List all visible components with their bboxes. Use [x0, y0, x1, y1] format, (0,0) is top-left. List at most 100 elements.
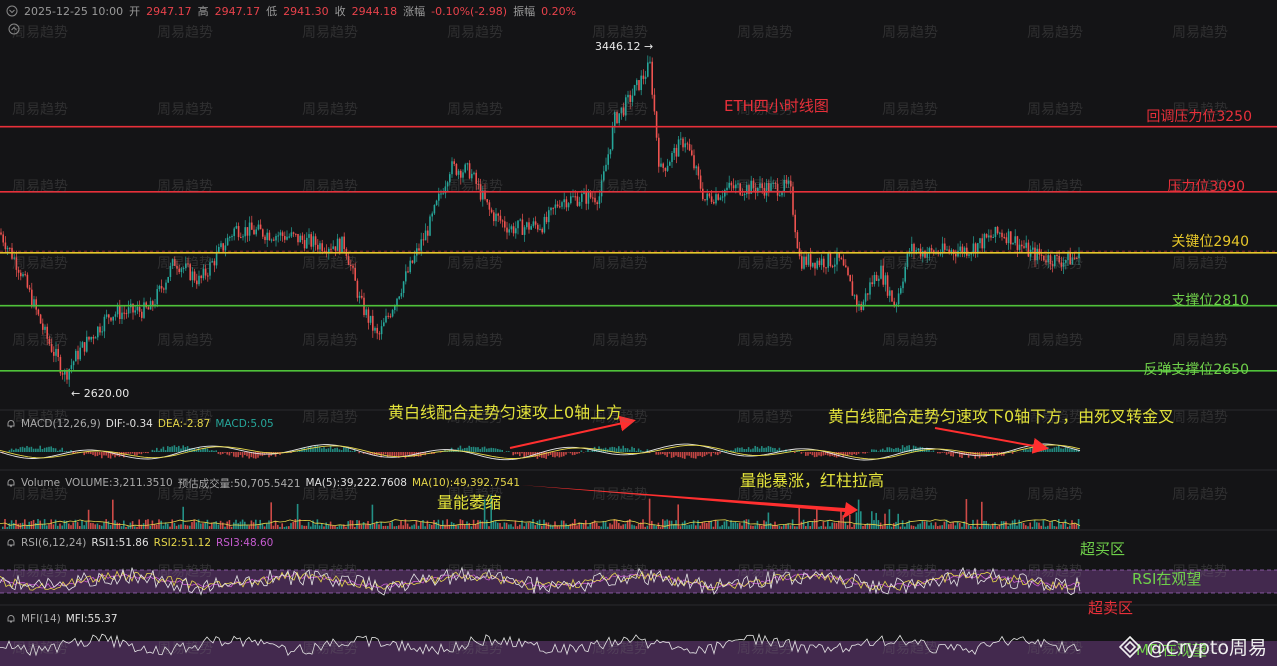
bell-icon[interactable]	[6, 419, 16, 429]
volume-bar	[486, 519, 488, 529]
volume-bar	[928, 525, 930, 529]
volume-bar	[387, 525, 389, 529]
macd-histogram-bar	[235, 452, 237, 458]
candle-body	[433, 205, 436, 214]
volume-bar	[912, 525, 915, 529]
settings-chevron-icon[interactable]	[8, 23, 20, 35]
bell-icon[interactable]	[6, 538, 16, 548]
candle-body	[440, 193, 442, 195]
candle-body	[1027, 242, 1030, 257]
candle-body	[501, 220, 504, 222]
volume-bar	[475, 524, 477, 529]
volume-bar	[725, 520, 728, 529]
candle-body	[834, 264, 836, 267]
candle-body	[1071, 257, 1074, 265]
macd-histogram-bar	[809, 452, 811, 454]
candle-body	[253, 229, 255, 235]
macd-histogram-bar	[213, 450, 215, 452]
candle-body	[110, 317, 112, 321]
macd-histogram-bar	[714, 452, 717, 455]
candle-body	[1056, 255, 1058, 257]
macd-histogram-bar	[849, 452, 851, 455]
macd-histogram-bar	[63, 451, 66, 452]
volume-bar	[917, 524, 919, 529]
macd-histogram-bar	[989, 452, 992, 455]
candle-body	[820, 258, 823, 266]
open-label: 开	[129, 5, 141, 18]
candle-body	[699, 175, 702, 189]
macd-histogram-bar	[219, 452, 222, 455]
macd-histogram-bar	[41, 449, 44, 452]
level-label-2650: 反弹支撑位2650	[1143, 362, 1249, 378]
candle-body	[911, 243, 913, 252]
collapse-chevron-icon[interactable]	[6, 5, 18, 17]
macd-histogram-bar	[8, 450, 11, 452]
volume-bar	[332, 525, 334, 529]
volume-bar	[789, 525, 792, 529]
volume-bar	[798, 507, 800, 529]
macd-histogram-bar	[574, 452, 576, 455]
macd-histogram-bar	[519, 452, 521, 457]
macd-histogram-bar	[888, 447, 891, 452]
macd-histogram-bar	[217, 452, 220, 454]
macd-histogram-bar	[241, 452, 244, 458]
candle-body	[317, 244, 319, 250]
volume-bar	[860, 511, 862, 529]
volume-bar	[545, 522, 547, 529]
candle-body	[636, 80, 638, 86]
volume-bar	[948, 524, 950, 529]
volume-bar	[596, 522, 598, 529]
volume-bar	[785, 524, 787, 529]
candle-body	[574, 196, 576, 198]
macd-histogram-bar	[560, 452, 563, 457]
volume-bar	[118, 523, 121, 529]
volume-bar	[1058, 519, 1060, 529]
volume-bar	[162, 525, 165, 529]
volume-bar	[369, 524, 371, 529]
volume-bar	[398, 525, 400, 529]
candle-body	[70, 365, 73, 369]
volume-bar	[345, 526, 347, 529]
candle-body	[66, 370, 68, 380]
macd-histogram-bar	[145, 452, 147, 454]
volume-bar	[1060, 524, 1062, 529]
volume-bar	[703, 522, 706, 529]
macd-histogram-bar	[893, 448, 895, 452]
candle-body	[658, 137, 660, 167]
macd-histogram-bar	[323, 447, 325, 452]
volume-bar	[479, 520, 481, 529]
bell-icon[interactable]	[6, 614, 16, 624]
macd-histogram-bar	[626, 448, 629, 452]
volume-bar	[926, 521, 928, 529]
candle-body	[515, 228, 517, 234]
macd-histogram-bar	[334, 448, 336, 452]
candle-body	[391, 310, 394, 317]
volume-bar	[274, 520, 277, 529]
candle-body	[589, 191, 592, 198]
candle-body	[1038, 248, 1041, 255]
macd-histogram-bar	[866, 452, 869, 453]
volume-bar	[1003, 521, 1005, 529]
volume-bar	[525, 522, 528, 529]
macd-histogram-bar	[734, 448, 737, 452]
candle-body	[314, 236, 317, 245]
macd-histogram-bar	[468, 445, 470, 452]
candle-body	[37, 309, 40, 315]
high-value: 2947.17	[214, 4, 261, 18]
candle-body	[44, 326, 46, 330]
macd-histogram-bar	[505, 451, 508, 452]
volume-bar	[116, 522, 118, 529]
volume-bar	[831, 522, 833, 529]
volume-bar	[96, 523, 99, 529]
volume-bar	[888, 509, 891, 529]
macd-histogram-bar	[345, 447, 347, 452]
volume-bar	[125, 526, 127, 529]
bell-icon[interactable]	[6, 478, 16, 488]
candle-body	[81, 342, 84, 348]
candle-body	[917, 248, 920, 251]
chart-canvas[interactable]	[0, 0, 1277, 666]
volume-bar	[862, 526, 864, 529]
candle-body	[759, 183, 761, 189]
volume-bar	[736, 523, 739, 529]
macd-histogram-bar	[351, 451, 354, 452]
